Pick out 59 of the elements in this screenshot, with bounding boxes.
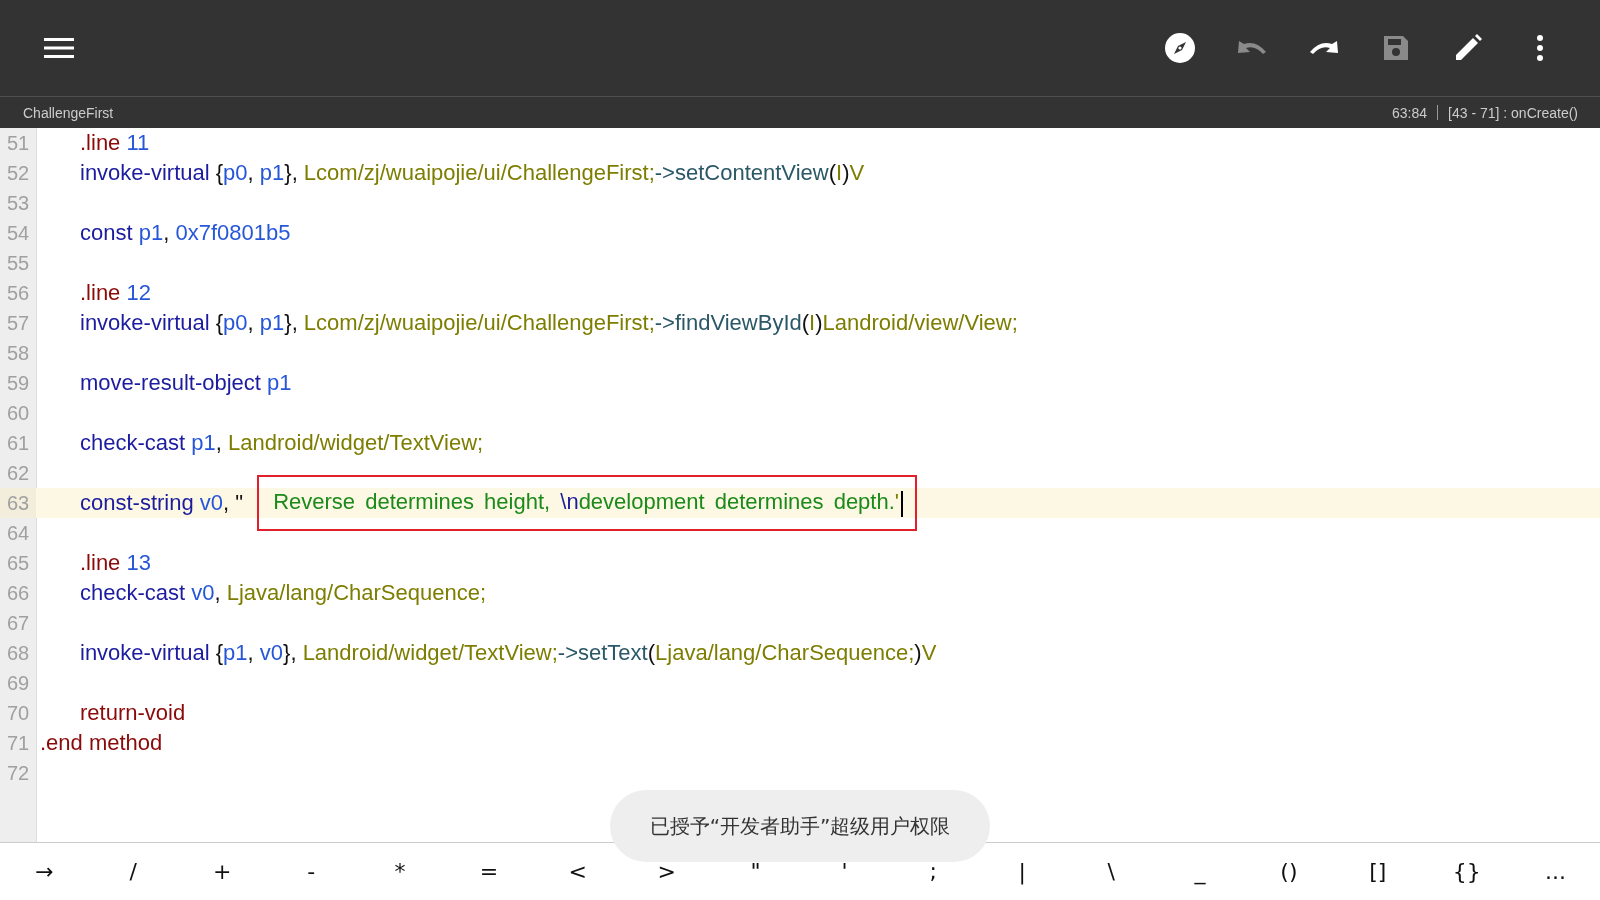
symbol-key[interactable]: < [562, 855, 593, 888]
line-number: 59 [5, 371, 31, 396]
line-number: 57 [5, 311, 31, 336]
line-number: 54 [5, 221, 31, 246]
symbol-key[interactable]: → [29, 855, 60, 888]
line-number: 55 [5, 251, 31, 276]
line-number: 53 [5, 191, 31, 216]
code-line: return-void [80, 700, 186, 726]
symbol-key[interactable]: _ [1188, 855, 1212, 888]
line-number: 66 [5, 581, 31, 606]
symbol-key[interactable]: = [473, 855, 505, 888]
cursor-position: 63:84 [1392, 104, 1428, 121]
code-line: check-cast v0, Ljava/lang/CharSequence; [80, 580, 487, 606]
line-number: 58 [5, 341, 31, 366]
more-icon [1536, 35, 1544, 61]
symbol-key[interactable]: / [123, 855, 144, 888]
line-number: 68 [5, 641, 31, 666]
file-name: ChallengeFirst [23, 104, 114, 121]
line-number: 63 [0, 488, 36, 518]
symbol-key[interactable]: {} [1446, 855, 1487, 888]
line-number: 72 [5, 761, 31, 786]
line-number: 56 [5, 281, 31, 306]
symbol-key[interactable]: + [207, 855, 238, 888]
outlined-string: Reverse determines height, \ndevelopment determines depth.' [257, 475, 918, 531]
line-number: 60 [5, 401, 31, 426]
pencil-icon [1454, 34, 1482, 62]
symbol-key[interactable]: ... [1539, 855, 1573, 888]
line-number: 52 [5, 161, 31, 186]
symbol-key[interactable]: [] [1363, 855, 1393, 888]
symbol-key[interactable]: () [1274, 855, 1304, 888]
line-number: 67 [5, 611, 31, 636]
code-line: .line 11 [80, 130, 150, 156]
code-line: invoke-virtual {p0, p1}, Lcom/zj/wuaipojie/ui/ChallengeFirst;->findViewById(I)Landroid/view/View; [80, 310, 1018, 336]
line-number: 64 [5, 521, 31, 546]
line-number: 51 [5, 131, 31, 156]
compass-icon [1164, 32, 1196, 64]
code-line: const p1, 0x7f0801b5 [80, 220, 291, 246]
code-line: check-cast p1, Landroid/widget/TextView; [80, 430, 484, 456]
line-number: 71 [5, 731, 31, 756]
line-number: 61 [5, 431, 31, 456]
line-number: 62 [5, 461, 31, 486]
code-line: invoke-virtual {p1, v0}, Landroid/widget/TextView;->setText(Ljava/lang/CharSequence;)V [80, 640, 937, 666]
symbol-key[interactable]: \ [1101, 855, 1121, 888]
line-number: 69 [5, 671, 31, 696]
save-icon [1382, 34, 1410, 62]
symbol-key[interactable]: * [388, 855, 412, 888]
code-line: .end method [40, 730, 163, 756]
code-line: .line 12 [80, 280, 151, 306]
symbol-key[interactable]: - [301, 855, 322, 888]
code-line: move-result-object p1 [80, 370, 292, 396]
symbol-key[interactable]: | [1012, 855, 1032, 888]
code-line: .line 13 [80, 550, 151, 576]
line-number: 65 [5, 551, 31, 576]
toast-message: 已授予“开发者助手”超级用户权限 [610, 790, 990, 862]
code-line: invoke-virtual {p0, p1}, Lcom/zj/wuaipojie/ui/ChallengeFirst;->setContentView(I)V [80, 160, 865, 186]
code-line: const-string v0, " [80, 490, 244, 516]
line-number: 70 [5, 701, 31, 726]
method-scope: [43 - 71] : onCreate() [1448, 104, 1578, 121]
menu-icon [44, 37, 74, 59]
